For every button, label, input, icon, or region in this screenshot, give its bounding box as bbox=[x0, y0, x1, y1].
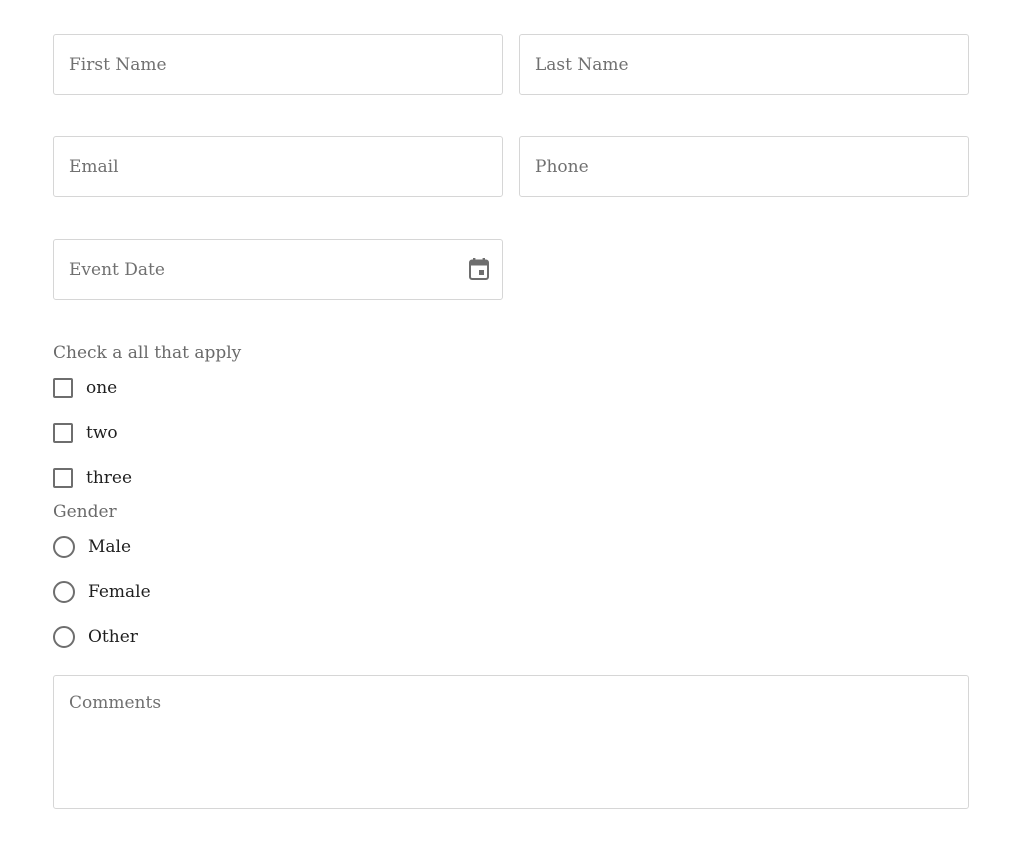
checkbox-label: two bbox=[86, 423, 118, 443]
contact-row bbox=[53, 136, 969, 197]
event-date-field bbox=[53, 239, 503, 300]
radio-button[interactable] bbox=[53, 626, 75, 648]
checkbox[interactable] bbox=[53, 423, 73, 443]
checkbox-group: Check a all that apply one two three bbox=[53, 343, 969, 488]
checkbox-option-two[interactable]: two bbox=[53, 423, 969, 443]
contact-form: Check a all that apply one two three Gen… bbox=[53, 34, 969, 809]
phone-input[interactable] bbox=[520, 137, 968, 196]
checkbox-option-three[interactable]: three bbox=[53, 468, 969, 488]
email-input[interactable] bbox=[54, 137, 502, 196]
first-name-input[interactable] bbox=[54, 35, 502, 94]
first-name-field bbox=[53, 34, 503, 95]
checkbox-option-one[interactable]: one bbox=[53, 378, 969, 398]
event-date-input[interactable] bbox=[54, 240, 502, 299]
radio-button[interactable] bbox=[53, 581, 75, 603]
radio-option-female[interactable]: Female bbox=[53, 581, 969, 603]
gender-group-label: Gender bbox=[53, 502, 117, 522]
checkbox-label: three bbox=[86, 468, 133, 488]
phone-field bbox=[519, 136, 969, 197]
last-name-field bbox=[519, 34, 969, 95]
radio-label: Male bbox=[88, 537, 132, 557]
comments-textarea[interactable] bbox=[54, 676, 968, 808]
checkbox-label: one bbox=[86, 378, 118, 398]
calendar-icon[interactable] bbox=[469, 258, 489, 280]
radio-label: Female bbox=[88, 582, 151, 602]
radio-button[interactable] bbox=[53, 536, 75, 558]
date-row bbox=[53, 239, 969, 300]
checkbox[interactable] bbox=[53, 468, 73, 488]
radio-option-other[interactable]: Other bbox=[53, 626, 969, 648]
checkbox-group-label: Check a all that apply bbox=[53, 343, 242, 363]
comments-field bbox=[53, 675, 969, 809]
gender-group: Gender Male Female Other bbox=[53, 502, 969, 648]
email-field bbox=[53, 136, 503, 197]
radio-option-male[interactable]: Male bbox=[53, 536, 969, 558]
last-name-input[interactable] bbox=[520, 35, 968, 94]
radio-label: Other bbox=[88, 627, 138, 647]
name-row bbox=[53, 34, 969, 95]
checkbox[interactable] bbox=[53, 378, 73, 398]
